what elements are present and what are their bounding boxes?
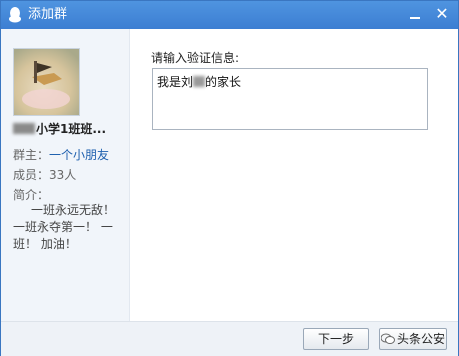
owner-label: 群主：	[13, 148, 50, 162]
wechat-icon	[380, 333, 395, 344]
add-group-dialog: 添加群 ✕ 小学1班班... 群主：一个小朋友 成员：33人 简介： 一班永远无…	[0, 0, 459, 356]
verify-text-suffix: 的家长	[205, 75, 242, 89]
owner-name-link[interactable]: 一个小朋友	[49, 148, 109, 162]
verify-label: 请输入验证信息:	[151, 51, 240, 65]
minimize-icon	[410, 17, 420, 19]
intro-label: 简介：	[13, 188, 50, 202]
group-avatar[interactable]	[13, 48, 80, 116]
members-label: 成员：	[13, 168, 50, 182]
verify-text-prefix: 我是刘	[157, 75, 194, 89]
qq-penguin-icon	[9, 7, 21, 23]
group-intro: 一班永远无敌！一班永夺第一！ 一班！ 加油！	[13, 203, 116, 251]
next-step-button[interactable]: 下一步	[303, 328, 369, 350]
close-icon: ✕	[435, 4, 449, 23]
window-title: 添加群	[28, 7, 68, 22]
group-info-panel: 小学1班班... 群主：一个小朋友 成员：33人 简介： 一班永远无敌！一班永夺…	[1, 29, 130, 321]
close-button[interactable]: ✕	[431, 4, 453, 24]
title-bar[interactable]: 添加群 ✕	[1, 1, 458, 29]
dialog-footer: 下一步 头条公安	[1, 321, 458, 356]
avatar-image	[14, 49, 79, 115]
minimize-button[interactable]	[404, 4, 426, 24]
verify-message-input[interactable]: 我是刘 的家长	[152, 68, 428, 130]
redacted-mark	[13, 123, 35, 134]
cancel-button[interactable]: 头条公安	[379, 328, 447, 350]
redacted-mark	[193, 76, 206, 87]
members-count: 33人	[49, 168, 77, 182]
cancel-button-label: 头条公安	[396, 332, 445, 346]
group-name-text: 小学1班班...	[36, 122, 107, 136]
group-name: 小学1班班...	[13, 120, 127, 137]
group-members: 成员：33人	[13, 166, 76, 183]
group-owner: 群主：一个小朋友	[13, 146, 109, 163]
